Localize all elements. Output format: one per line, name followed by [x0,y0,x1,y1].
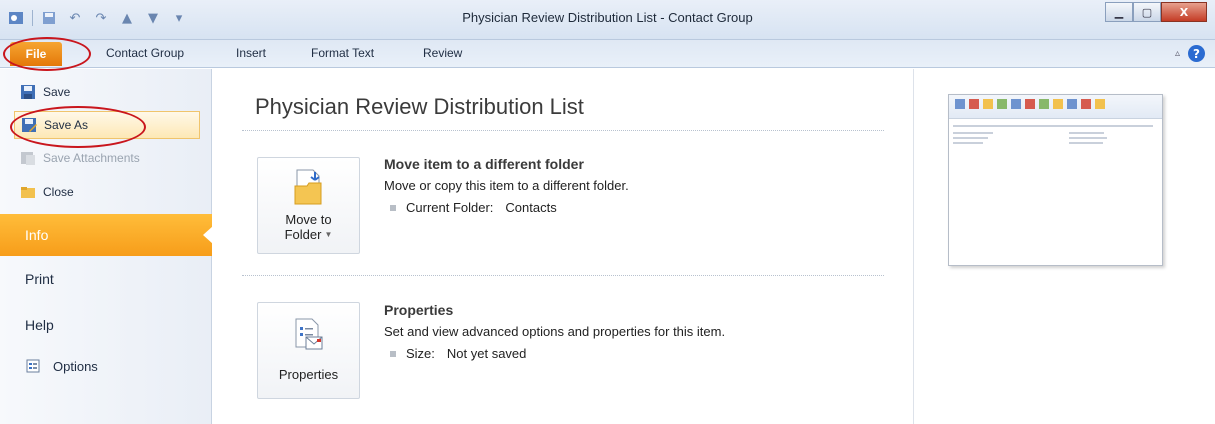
item-preview-thumbnail [948,94,1163,266]
divider [242,275,884,276]
save-attachments-label: Save Attachments [43,151,140,165]
divider [242,130,884,131]
tab-help[interactable]: Help [0,304,212,346]
size-value: Not yet saved [446,346,527,361]
properties-section-description: Set and view advanced options and proper… [384,324,726,339]
maximize-button[interactable]: ▢ [1133,2,1161,22]
move-section-heading: Move item to a different folder [384,156,584,172]
window-title: Physician Review Distribution List - Con… [462,10,753,25]
move-section-description: Move or copy this item to a different fo… [384,178,629,193]
help-area: ▵ ? [1175,45,1205,62]
tab-contact-group[interactable]: Contact Group [106,46,184,60]
size-row: Size: Not yet saved [390,346,526,361]
folder-label: Folder [284,227,322,242]
properties-icon [295,318,322,350]
save-attachments-icon [21,152,35,165]
thumbnail-row [1069,132,1104,134]
info-label: Info [25,227,49,243]
save-as-highlight-oval [10,106,146,148]
thumbnail-row [953,125,1153,127]
move-to-folder-button[interactable]: Move to Folder ▼ [257,157,360,254]
options-label: Options [53,358,98,374]
window-controls: ▁ ▢ X [1105,2,1207,22]
close-window-button[interactable]: X [1161,2,1207,22]
current-folder-value: Contacts [505,200,557,215]
thumbnail-ribbon [949,95,1162,119]
help-label: Help [25,317,54,333]
tab-insert[interactable]: Insert [236,46,266,60]
active-indicator [203,226,213,244]
ribbon-tabs: File Contact Group Insert Format Text Re… [0,40,1215,68]
thumbnail-row [953,132,993,134]
page-title: Physician Review Distribution List [255,94,584,119]
move-to-label: Move to [285,212,332,227]
tab-review[interactable]: Review [423,46,462,60]
save-command[interactable]: Save [14,78,200,106]
close-label: Close [43,185,74,199]
folder-label-row: Folder ▼ [285,227,333,242]
title-bar: ↶ ↷ ▲ ▼ ▾ Physician Review Distribution … [0,0,1215,40]
properties-section-heading: Properties [384,302,454,318]
move-to-folder-icon [294,169,321,205]
bullet-icon [390,350,396,357]
tab-format-text[interactable]: Format Text [311,46,374,60]
close-command[interactable]: Close [14,178,200,206]
properties-button[interactable]: Properties [257,302,360,399]
dropdown-arrow-icon: ▼ [324,230,333,239]
tab-info[interactable]: Info [0,214,213,256]
thumbnail-row [953,142,983,144]
minimize-button[interactable]: ▁ [1105,2,1133,22]
options-command[interactable]: Options [0,345,212,387]
bullet-icon [390,204,396,211]
options-icon [26,359,40,373]
help-icon[interactable]: ? [1188,45,1205,62]
thumbnail-row [1069,137,1107,139]
current-folder-row: Current Folder: Contacts [390,200,557,215]
file-tab-highlight-oval [3,37,91,71]
preview-pane [913,69,1215,424]
save-label: Save [43,85,71,99]
tab-print[interactable]: Print [0,258,212,300]
current-folder-label: Current Folder: [406,200,494,215]
info-panel: Physician Review Distribution List Move … [213,69,913,424]
minimize-ribbon-icon[interactable]: ▵ [1175,48,1180,59]
thumbnail-row [953,137,988,139]
save-icon [21,85,35,99]
close-folder-icon [21,187,35,198]
thumbnail-row [1069,142,1103,144]
properties-button-label: Properties [278,367,339,382]
save-attachments-command[interactable]: Save Attachments [14,144,200,172]
print-label: Print [25,271,54,287]
size-label: Size: [406,346,435,361]
